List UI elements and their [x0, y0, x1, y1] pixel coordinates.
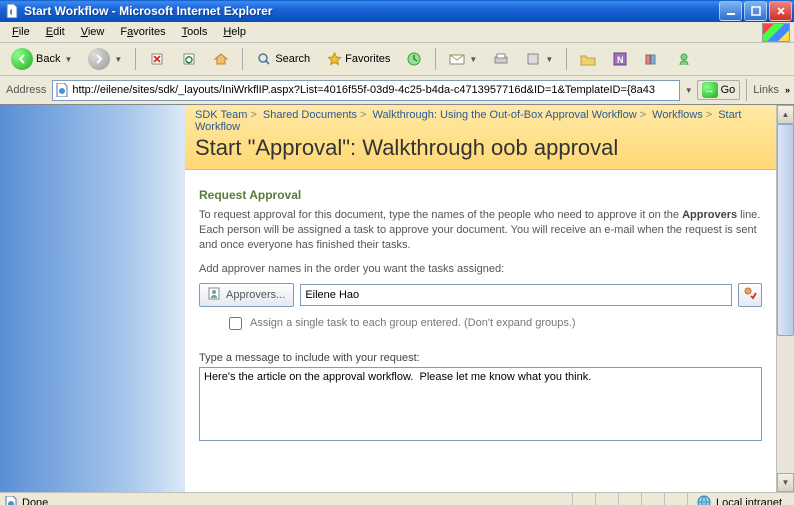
stop-icon	[149, 51, 165, 67]
breadcrumb-link[interactable]: Walkthrough: Using the Out-of-Box Approv…	[373, 109, 637, 121]
discuss-button[interactable]	[575, 48, 601, 70]
security-zone[interactable]: Local intranet	[687, 493, 790, 505]
zone-icon	[696, 494, 712, 505]
edit-button[interactable]: ▼	[520, 48, 558, 70]
menu-tools[interactable]: Tools	[174, 24, 216, 40]
print-button[interactable]	[488, 48, 514, 70]
window-title: Start Workflow - Microsoft Internet Expl…	[24, 4, 719, 18]
zone-label: Local intranet	[716, 497, 782, 505]
menu-file[interactable]: File	[4, 24, 38, 40]
search-label: Search	[275, 53, 310, 65]
mail-icon	[449, 51, 465, 67]
minimize-button[interactable]	[719, 1, 742, 21]
messenger-icon	[676, 51, 692, 67]
favorites-label: Favorites	[345, 53, 390, 65]
refresh-button[interactable]	[176, 48, 202, 70]
single-task-label: Assign a single task to each group enter…	[250, 317, 576, 329]
messenger-button[interactable]	[671, 48, 697, 70]
approvers-hint: Add approver names in the order you want…	[199, 263, 762, 275]
forward-dropdown-icon[interactable]: ▼	[114, 55, 122, 64]
scroll-track[interactable]	[777, 124, 794, 473]
check-names-button[interactable]	[738, 283, 762, 307]
scroll-down-button[interactable]: ▼	[777, 473, 794, 492]
addressbook-icon	[208, 286, 222, 303]
favorites-button[interactable]: Favorites	[321, 48, 395, 70]
status-bar: Done Local intranet	[0, 492, 794, 505]
history-button[interactable]	[401, 48, 427, 70]
toolbar: Back ▼ ▼ Search Favorites ▼ ▼ N	[0, 43, 794, 76]
research-icon	[644, 51, 660, 67]
address-url: http://eilene/sites/sdk/_layouts/IniWrkf…	[72, 84, 655, 96]
client-area: SDK Team> Shared Documents> Walkthrough:…	[0, 105, 794, 492]
research-button[interactable]	[639, 48, 665, 70]
status-page-icon	[4, 496, 18, 505]
forward-button[interactable]: ▼	[83, 45, 127, 73]
page-title: Start "Approval": Walkthrough oob approv…	[195, 135, 766, 161]
breadcrumb-link[interactable]: Shared Documents	[263, 109, 357, 121]
breadcrumb: SDK Team> Shared Documents> Walkthrough:…	[195, 109, 766, 133]
search-icon	[256, 51, 272, 67]
maximize-button[interactable]	[744, 1, 767, 21]
back-label: Back	[36, 53, 60, 65]
svg-text:N: N	[617, 55, 624, 65]
forward-icon	[88, 48, 110, 70]
home-button[interactable]	[208, 48, 234, 70]
folder-icon	[580, 51, 596, 67]
breadcrumb-link[interactable]: Workflows	[652, 109, 703, 121]
menu-view[interactable]: View	[73, 24, 113, 40]
print-icon	[493, 51, 509, 67]
windows-logo-icon	[762, 23, 790, 42]
section-description: To request approval for this document, t…	[199, 208, 762, 253]
refresh-icon	[181, 51, 197, 67]
address-label: Address	[4, 84, 48, 96]
approvers-button-label: Approvers...	[226, 289, 285, 301]
menu-edit[interactable]: Edit	[38, 24, 73, 40]
check-names-icon	[743, 286, 757, 303]
approvers-button[interactable]: Approvers...	[199, 283, 294, 307]
back-dropdown-icon[interactable]: ▼	[64, 55, 72, 64]
search-button[interactable]: Search	[251, 48, 315, 70]
edit-icon	[525, 51, 541, 67]
page-icon	[55, 83, 69, 97]
menu-favorites[interactable]: Favorites	[112, 24, 173, 40]
onenote-button[interactable]: N	[607, 48, 633, 70]
single-task-checkbox-row[interactable]: Assign a single task to each group enter…	[229, 317, 762, 330]
back-button[interactable]: Back ▼	[6, 45, 77, 73]
go-label: Go	[721, 84, 736, 96]
single-task-checkbox[interactable]	[229, 317, 242, 330]
breadcrumb-link[interactable]: SDK Team	[195, 109, 247, 121]
title-bar: Start Workflow - Microsoft Internet Expl…	[0, 0, 794, 22]
stop-button[interactable]	[144, 48, 170, 70]
address-bar: Address http://eilene/sites/sdk/_layouts…	[0, 76, 794, 105]
message-label: Type a message to include with your requ…	[199, 352, 762, 364]
back-icon	[11, 48, 33, 70]
ie-page-icon	[4, 3, 20, 19]
go-button[interactable]: → Go	[697, 80, 741, 100]
home-icon	[213, 51, 229, 67]
mail-button[interactable]: ▼	[444, 48, 482, 70]
page-content: SDK Team> Shared Documents> Walkthrough:…	[185, 105, 776, 492]
vertical-scrollbar[interactable]: ▲ ▼	[776, 105, 794, 492]
status-text: Done	[22, 497, 48, 505]
address-input[interactable]: http://eilene/sites/sdk/_layouts/IniWrkf…	[52, 80, 679, 101]
scroll-up-button[interactable]: ▲	[777, 105, 794, 124]
section-title: Request Approval	[199, 188, 762, 202]
onenote-icon: N	[612, 51, 628, 67]
menu-help[interactable]: Help	[215, 24, 254, 40]
history-icon	[406, 51, 422, 67]
go-icon: →	[702, 82, 718, 98]
close-button[interactable]	[769, 1, 792, 21]
star-icon	[326, 51, 342, 67]
message-textarea[interactable]	[199, 367, 762, 441]
scroll-thumb[interactable]	[777, 124, 794, 336]
links-label[interactable]: Links	[753, 84, 779, 96]
address-dropdown-icon[interactable]: ▼	[685, 86, 693, 95]
approvers-input[interactable]	[300, 284, 732, 306]
menu-bar: File Edit View Favorites Tools Help	[0, 22, 794, 43]
